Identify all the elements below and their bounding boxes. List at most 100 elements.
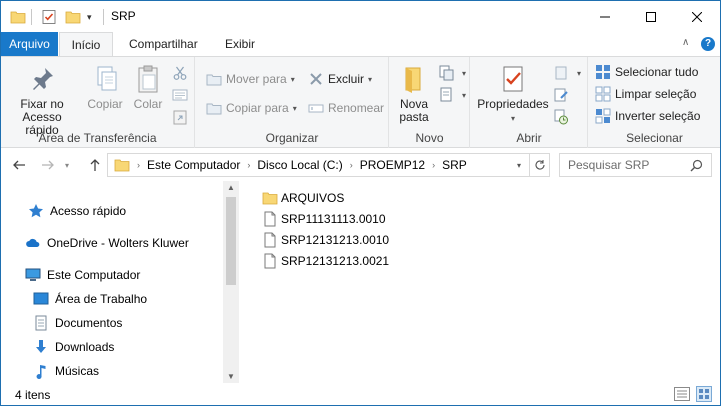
copy-button[interactable]: Copiar (85, 63, 125, 111)
cut-button[interactable] (172, 63, 192, 83)
nav-pane-scrollbar[interactable]: ▲ ▼ (223, 181, 239, 383)
delete-button[interactable]: Excluir ▾ (308, 69, 372, 89)
clipboard-group-label: Área de Transferência (38, 131, 157, 145)
navigation-pane: Acesso rápido OneDrive - Wolters Kluwer … (1, 181, 239, 383)
back-arrow-icon[interactable] (9, 155, 29, 175)
select-none-button[interactable]: Limpar seleção (595, 84, 696, 104)
select-group-label: Selecionar (626, 131, 683, 145)
open-group-label: Abrir (516, 131, 542, 145)
nav-item-downloads[interactable]: Downloads (33, 336, 114, 358)
rename-button[interactable]: Renomear (308, 98, 384, 118)
list-item[interactable]: SRP11131113.0010 (262, 209, 386, 229)
customize-quick-access-dropdown[interactable]: ▾ (87, 7, 92, 27)
breadcrumb-separator[interactable]: › (432, 160, 435, 170)
select-all-button[interactable]: Selecionar tudo (595, 62, 698, 82)
open-button[interactable]: ▾ (553, 63, 581, 83)
invert-selection-button[interactable]: Inverter seleção (595, 106, 700, 126)
ribbon-tabs: Arquivo Início Compartilhar Exibir ∧ ? (1, 32, 720, 57)
scroll-down-icon[interactable]: ▼ (227, 372, 235, 381)
list-item[interactable]: SRP12131213.0010 (262, 230, 389, 250)
scrollbar-thumb[interactable] (226, 197, 236, 285)
new-item-button[interactable]: ▾ (438, 63, 466, 83)
move-to-label: Mover para (226, 72, 287, 86)
maximize-button[interactable] (628, 1, 674, 32)
properties-icon[interactable] (41, 7, 57, 27)
nav-item-desktop[interactable]: Área de Trabalho (33, 288, 147, 310)
file-icon (264, 232, 276, 248)
paste-shortcut-icon (173, 110, 187, 125)
folder-icon (262, 192, 278, 205)
copy-path-button[interactable] (172, 85, 192, 105)
nav-item-this-pc[interactable]: Este Computador (25, 264, 140, 286)
open-dropdown-icon: ▾ (577, 68, 582, 78)
easy-access-button[interactable]: ▾ (438, 85, 466, 105)
file-name: SRP12131213.0010 (281, 233, 390, 247)
tab-file[interactable]: Arquivo (1, 32, 58, 56)
breadcrumb-proemp12[interactable]: PROEMP12 (360, 158, 425, 172)
file-list: ARQUIVOS SRP11131113.0010 SRP12131213.00… (239, 181, 720, 383)
file-icon (264, 211, 276, 227)
breadcrumb-separator[interactable]: › (350, 160, 353, 170)
folder-icon[interactable] (10, 7, 26, 27)
item-count: 4 itens (15, 388, 51, 402)
pin-quick-access-button[interactable]: Fixar no Acesso rápido (7, 63, 77, 137)
edit-button[interactable] (553, 85, 573, 105)
nav-item-music[interactable]: Músicas (33, 360, 99, 382)
address-history-chevron-icon[interactable]: ▾ (511, 154, 527, 176)
new-folder-button[interactable]: Nova pasta (394, 63, 434, 124)
pin-label-line1: Fixar no (20, 97, 64, 111)
organize-group: Mover para ▾ Copiar para ▾ Excluir ▾ Ren… (196, 57, 389, 148)
nav-item-label: OneDrive - Wolters Kluwer (47, 236, 189, 250)
tab-home[interactable]: Início (59, 32, 113, 57)
details-view-icon[interactable] (674, 387, 690, 401)
nav-item-label: Área de Trabalho (55, 292, 148, 306)
breadcrumb-local-disk[interactable]: Disco Local (C:) (257, 158, 342, 172)
tab-view[interactable]: Exibir (215, 32, 265, 56)
invert-selection-label: Inverter seleção (615, 109, 701, 123)
breadcrumb-this-pc[interactable]: Este Computador (147, 158, 240, 172)
recent-locations-chevron-icon[interactable]: ▾ (61, 155, 73, 175)
up-arrow-icon[interactable] (85, 155, 105, 175)
nav-item-onedrive[interactable]: OneDrive - Wolters Kluwer (25, 232, 189, 254)
new-group-label: Novo (415, 131, 444, 145)
properties-button[interactable]: Propriedades ▾ (477, 63, 549, 125)
select-all-label: Selecionar tudo (615, 65, 699, 79)
paste-shortcut-button[interactable] (172, 107, 192, 127)
list-item[interactable]: ARQUIVOS (262, 188, 344, 208)
copy-to-button[interactable]: Copiar para ▾ (206, 98, 297, 118)
nav-item-label: Este Computador (47, 268, 141, 282)
search-icon[interactable] (690, 159, 703, 175)
forward-arrow-icon[interactable] (38, 155, 58, 175)
help-icon[interactable]: ? (701, 37, 715, 51)
refresh-icon[interactable] (529, 154, 549, 176)
cloud-icon (26, 238, 40, 247)
close-button[interactable] (674, 1, 720, 32)
nav-item-quick-access[interactable]: Acesso rápido (28, 200, 126, 222)
nav-item-documents[interactable]: Documentos (33, 312, 122, 334)
move-to-button[interactable]: Mover para ▾ (206, 69, 295, 89)
list-item[interactable]: SRP12131213.0021 (262, 251, 389, 271)
paste-button[interactable]: Colar (128, 63, 168, 111)
minimize-button[interactable] (582, 1, 628, 32)
large-icons-view-icon[interactable] (696, 386, 712, 402)
select-none-label: Limpar seleção (615, 87, 697, 101)
history-icon (554, 109, 568, 125)
breadcrumb-srp[interactable]: SRP (442, 158, 467, 172)
scissors-icon (173, 66, 187, 80)
breadcrumb-separator[interactable]: › (247, 160, 250, 170)
open-icon (555, 66, 567, 80)
history-button[interactable] (553, 107, 573, 127)
new-group: Nova pasta ▾ ▾ Novo (390, 57, 470, 148)
new-folder-icon[interactable] (65, 7, 81, 27)
search-input[interactable]: Pesquisar SRP (559, 153, 712, 177)
nav-item-label: Músicas (55, 364, 100, 378)
scroll-up-icon[interactable]: ▲ (227, 183, 235, 192)
collapse-ribbon-icon[interactable]: ∧ (682, 37, 689, 48)
tab-share[interactable]: Compartilhar (119, 32, 208, 56)
file-name: ARQUIVOS (281, 191, 345, 205)
invert-selection-icon (595, 108, 611, 124)
address-bar[interactable]: › Este Computador › Disco Local (C:) › P… (107, 153, 550, 177)
select-group: Selecionar tudo Limpar seleção Inverter … (589, 57, 720, 148)
new-folder-label-line2: pasta (399, 110, 429, 124)
window-title: SRP (111, 9, 136, 23)
